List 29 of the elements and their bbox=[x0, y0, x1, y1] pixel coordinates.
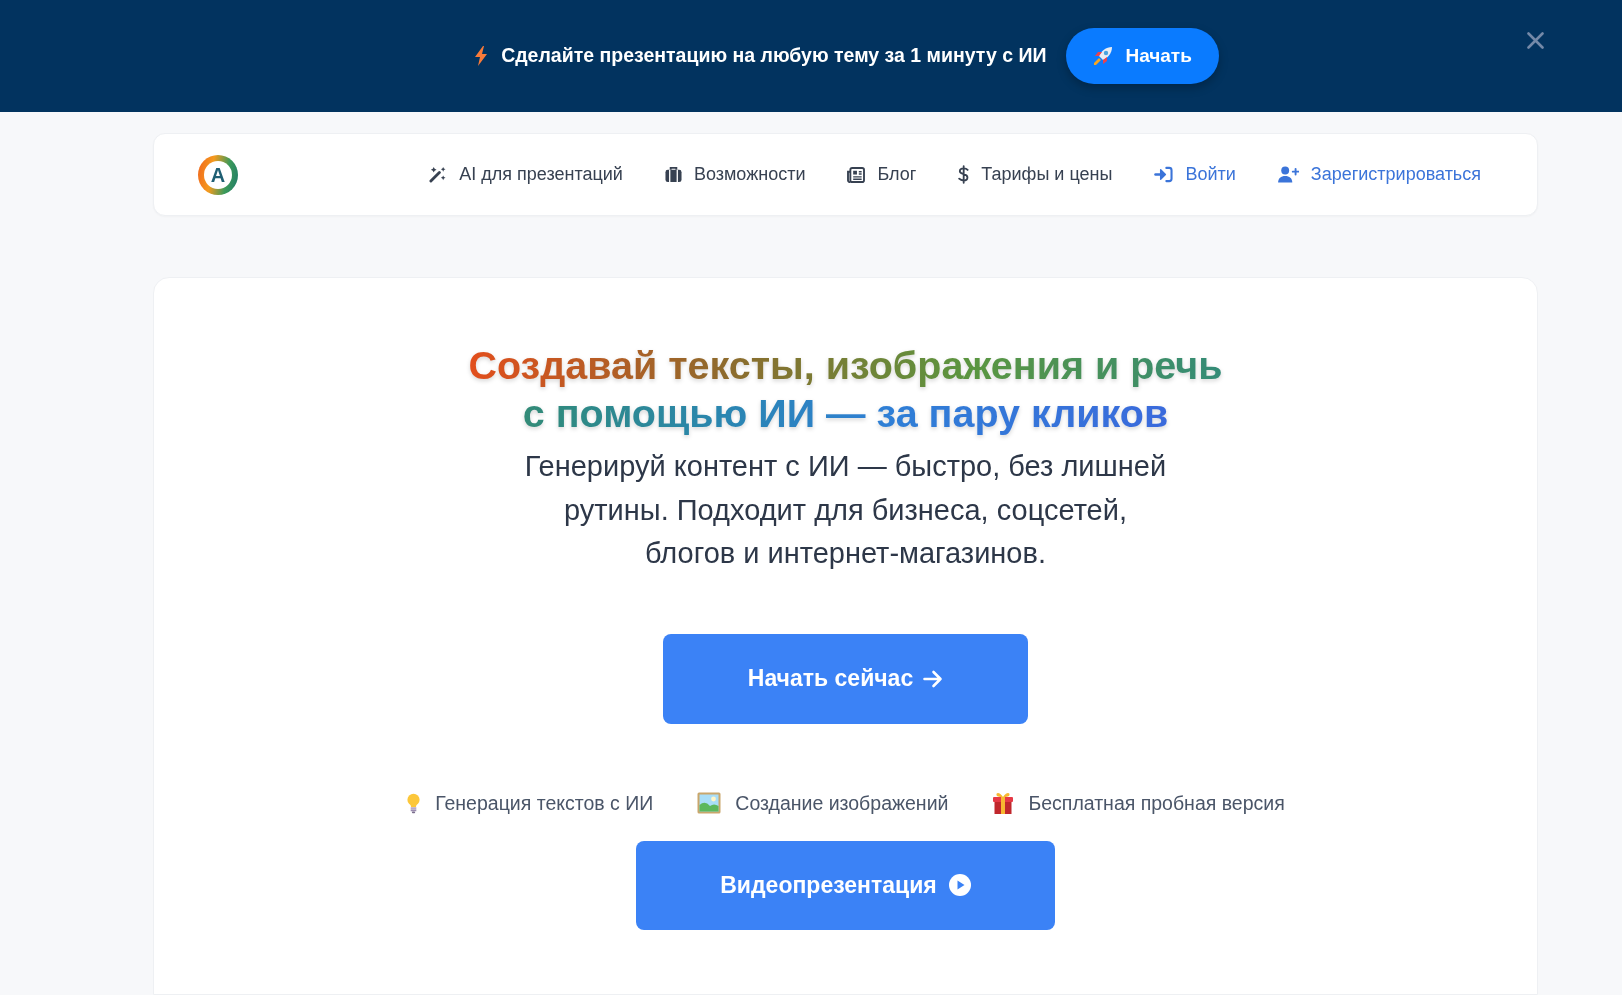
logo[interactable]: A bbox=[198, 154, 238, 195]
sign-in-icon bbox=[1154, 166, 1174, 183]
newspaper-icon bbox=[847, 166, 866, 183]
close-icon[interactable] bbox=[1527, 32, 1544, 49]
feature-text: Бесплатная пробная версия bbox=[1028, 790, 1285, 816]
nav-link[interactable]: Блог bbox=[847, 161, 917, 188]
start-button[interactable]: Начать bbox=[1066, 28, 1219, 84]
magic-wand-icon bbox=[428, 166, 448, 183]
banner-text: Сделайте презентацию на любую тему за 1 минуту с ИИ bbox=[501, 43, 1047, 69]
play-circle-icon bbox=[948, 874, 971, 897]
nav-link[interactable]: AI для презентаций bbox=[428, 161, 623, 188]
nav-link[interactable]: Тарифы и цены bbox=[958, 161, 1113, 188]
rocket-icon bbox=[1093, 46, 1114, 66]
nav-link[interactable]: Возможности bbox=[664, 161, 806, 188]
lightbulb-icon bbox=[406, 792, 422, 814]
briefcase-icon bbox=[664, 166, 682, 183]
picture-icon bbox=[697, 792, 722, 815]
lightning-icon bbox=[475, 46, 488, 66]
user-plus-icon bbox=[1277, 166, 1299, 183]
start-now-button[interactable]: Начать сейчас bbox=[663, 633, 1028, 724]
hero-subtitle: Генерируй контент с ИИ — быстро, без лишней рутины. Подходит для бизнеса, соцсетей, блогов и интернет-магазинов. bbox=[523, 449, 1168, 571]
dollar-icon bbox=[958, 165, 970, 184]
feature-text: Генерация текстов с ИИ bbox=[435, 790, 654, 816]
arrow-right-icon bbox=[923, 669, 944, 688]
gift-icon bbox=[992, 791, 1015, 816]
nav-link[interactable]: Войти bbox=[1154, 161, 1236, 188]
video-presentation-button[interactable]: Видеопрезентация bbox=[636, 840, 1055, 930]
nav-link[interactable]: Зарегистрироваться bbox=[1277, 161, 1481, 188]
feature-text: Создание изображений bbox=[735, 790, 949, 816]
